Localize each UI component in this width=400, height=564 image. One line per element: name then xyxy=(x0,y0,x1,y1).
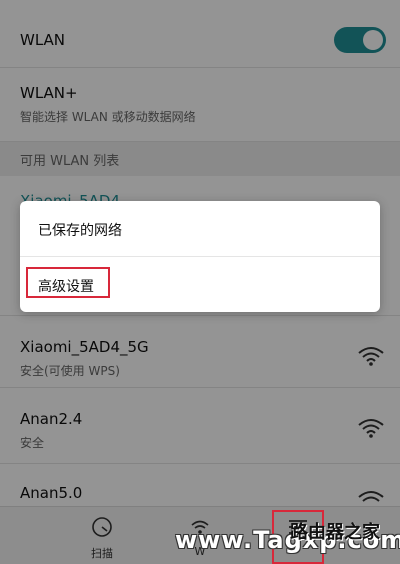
watermark-overlay: 路由器之家 xyxy=(290,522,380,543)
wlan-settings-screen: 开关 WLAN WLAN+ 智能选择 WLAN 或移动数据网络 关闭 可用 WL… xyxy=(0,0,400,564)
menu-item-label: 已保存的网络 xyxy=(38,223,122,239)
menu-item-saved-networks[interactable]: 已保存的网络 xyxy=(20,201,380,256)
highlight-box-advanced xyxy=(26,267,110,298)
